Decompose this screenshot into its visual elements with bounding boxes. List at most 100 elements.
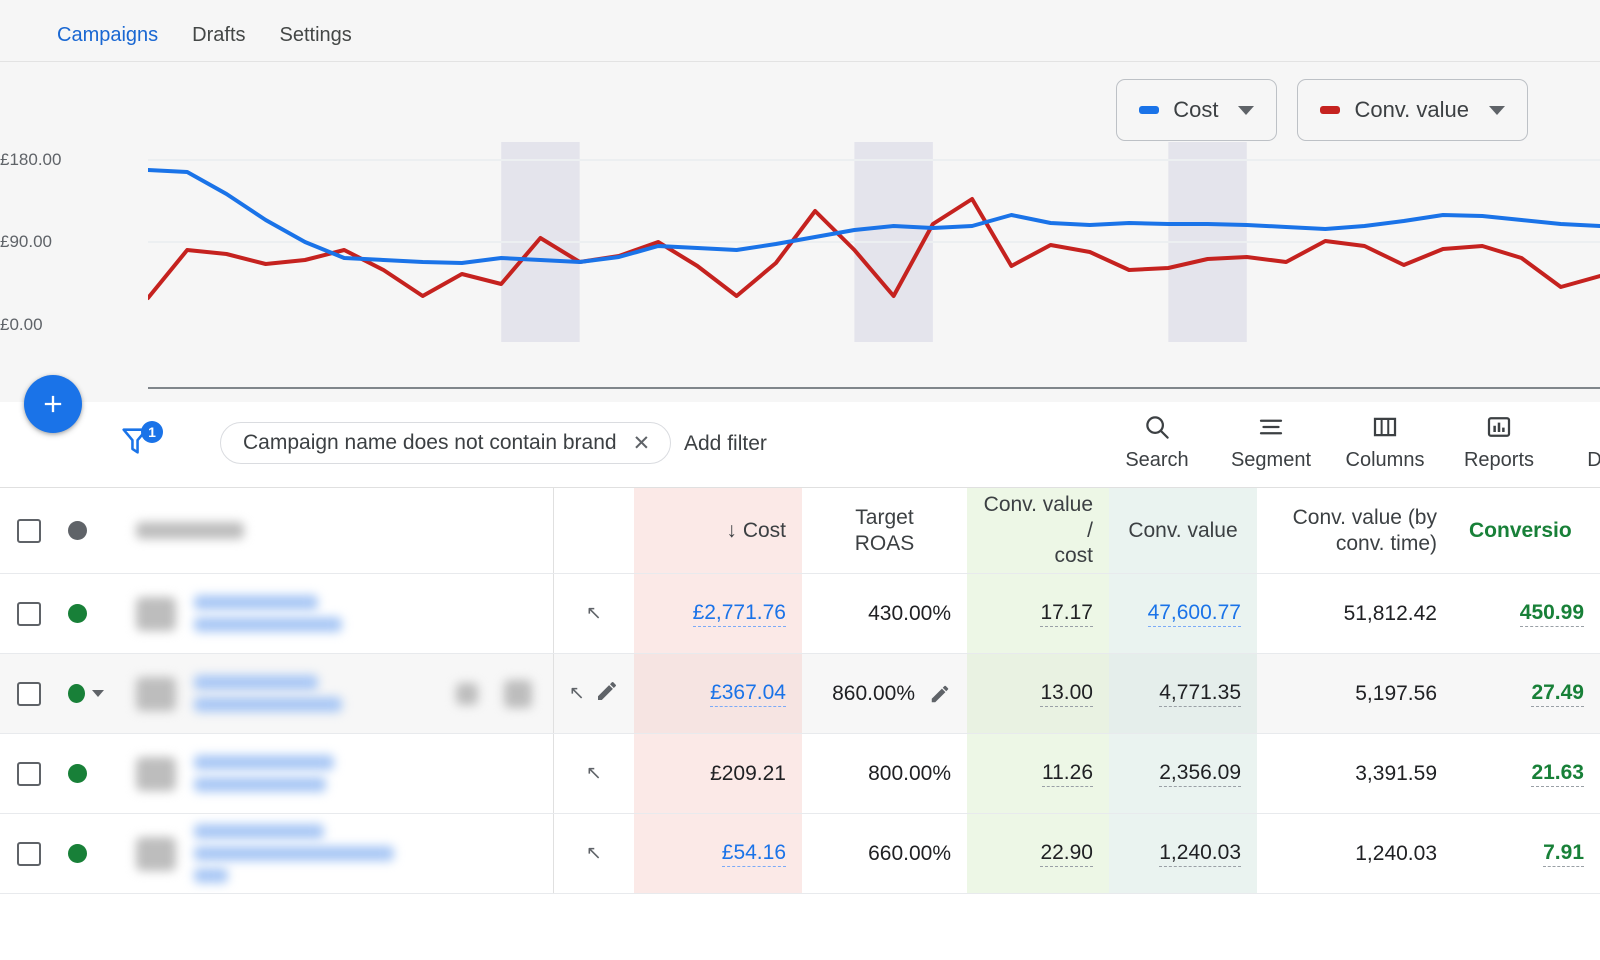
row-checkbox[interactable] xyxy=(17,762,41,786)
campaign-type-icon-redacted xyxy=(136,677,176,711)
conv-value-value: 1,240.03 xyxy=(1159,841,1241,867)
cell-target-roas[interactable]: 860.00% xyxy=(802,654,967,733)
table-row[interactable]: ↗ £209.21 800.00% 11.26 2,356.09 3,391.5… xyxy=(0,734,1600,814)
filter-funnel-button[interactable]: 1 xyxy=(118,424,160,466)
row-campaign-cell[interactable] xyxy=(120,734,554,813)
tool-columns[interactable]: Columns xyxy=(1328,410,1442,472)
row-checkbox[interactable] xyxy=(17,682,41,706)
header-conv-value-cost-line1: Conv. value / xyxy=(984,493,1093,542)
close-icon[interactable]: ✕ xyxy=(633,431,651,456)
row-mini-cell[interactable]: ↗ xyxy=(554,734,634,813)
metric-selector-conv-value[interactable]: Conv. value xyxy=(1297,79,1528,141)
tab-drafts[interactable]: Drafts xyxy=(175,0,262,67)
cell-conv-value-by-time[interactable]: 3,391.59 xyxy=(1257,734,1453,813)
cell-conv-value-by-time[interactable]: 1,240.03 xyxy=(1257,814,1453,893)
cell-conv-value[interactable]: 4,771.35 xyxy=(1109,654,1257,733)
cell-conv-value-by-time[interactable]: 5,197.56 xyxy=(1257,654,1453,733)
cell-cost[interactable]: £54.16 xyxy=(634,814,802,893)
row-status-cell[interactable] xyxy=(58,574,120,653)
cell-conv-value[interactable]: 47,600.77 xyxy=(1109,574,1257,653)
cell-conv-value[interactable]: 1,240.03 xyxy=(1109,814,1257,893)
conversions-value: 7.91 xyxy=(1543,841,1584,867)
cell-conv-value-cost[interactable]: 11.26 xyxy=(967,734,1109,813)
row-checkbox[interactable] xyxy=(17,602,41,626)
tool-download[interactable]: Do xyxy=(1556,410,1600,472)
conv-value-cost-value: 17.17 xyxy=(1040,601,1093,627)
header-conv-value[interactable]: Conv. value xyxy=(1109,488,1257,573)
cell-conv-value-cost[interactable]: 13.00 xyxy=(967,654,1109,733)
cell-conversions[interactable]: 450.99 xyxy=(1453,574,1600,653)
table-header-row: ↓ Cost Target ROAS Conv. value / cost Co… xyxy=(0,488,1600,574)
header-target-roas[interactable]: Target ROAS xyxy=(802,488,967,573)
row-select-cell xyxy=(0,574,58,653)
header-conv-value-cost[interactable]: Conv. value / cost xyxy=(967,488,1109,573)
row-status-cell[interactable] xyxy=(58,654,120,733)
campaign-type-icon-redacted xyxy=(136,757,176,791)
expand-arrow-icon: ↗ xyxy=(586,602,602,625)
header-cost-label: Cost xyxy=(743,518,786,544)
select-all-checkbox[interactable] xyxy=(17,519,41,543)
campaign-name-redacted xyxy=(194,846,394,861)
row-action-icon-redacted[interactable] xyxy=(456,683,478,705)
filter-chip-campaign-name[interactable]: Campaign name does not contain brand ✕ xyxy=(220,422,671,464)
search-icon xyxy=(1142,410,1172,444)
cell-cost[interactable]: £209.21 xyxy=(634,734,802,813)
filter-count-badge: 1 xyxy=(141,421,163,443)
row-action-icon-redacted[interactable] xyxy=(504,680,532,708)
row-campaign-cell[interactable] xyxy=(120,654,554,733)
row-status-cell[interactable] xyxy=(58,814,120,893)
arrow-down-icon: ↓ xyxy=(726,518,737,544)
cell-target-roas[interactable]: 800.00% xyxy=(802,734,967,813)
tool-segment[interactable]: Segment xyxy=(1214,410,1328,472)
pencil-icon[interactable] xyxy=(929,683,951,705)
tool-download-label: Do xyxy=(1587,449,1600,472)
y-tick-180: £180.00 xyxy=(0,150,148,170)
campaigns-page: Campaigns Drafts Settings Cost Conv. val… xyxy=(0,0,1600,960)
segment-icon xyxy=(1256,410,1286,444)
row-mini-cell[interactable]: ↗ xyxy=(554,814,634,893)
row-campaign-cell[interactable] xyxy=(120,574,554,653)
header-cost[interactable]: ↓ Cost xyxy=(634,488,802,573)
cell-conversions[interactable]: 21.63 xyxy=(1453,734,1600,813)
header-conv-value-by-time[interactable]: Conv. value (by conv. time) xyxy=(1257,488,1453,573)
tool-segment-label: Segment xyxy=(1231,449,1311,472)
tab-settings[interactable]: Settings xyxy=(263,0,369,67)
header-conversions-label: Conversio xyxy=(1469,518,1572,544)
y-tick-90: £90.00 xyxy=(0,232,148,252)
cell-target-roas[interactable]: 430.00% xyxy=(802,574,967,653)
row-campaign-cell[interactable] xyxy=(120,814,554,893)
table-row[interactable]: ↗ £2,771.76 430.00% 17.17 47,600.77 51,8… xyxy=(0,574,1600,654)
cell-cost[interactable]: £2,771.76 xyxy=(634,574,802,653)
create-campaign-fab[interactable] xyxy=(24,375,82,433)
expand-arrow-icon: ↗ xyxy=(569,682,585,705)
tool-reports[interactable]: Reports xyxy=(1442,410,1556,472)
table-row[interactable]: ↗ £367.04 860.00% 13.00 xyxy=(0,654,1600,734)
columns-icon xyxy=(1370,410,1400,444)
cell-conv-value-cost[interactable]: 22.90 xyxy=(967,814,1109,893)
add-filter-button[interactable]: Add filter xyxy=(684,432,767,456)
table-row[interactable]: ↗ £54.16 660.00% 22.90 1,240.03 1,240.03… xyxy=(0,814,1600,894)
cell-conv-value-by-time[interactable]: 51,812.42 xyxy=(1257,574,1453,653)
chart-x-axis-line xyxy=(148,387,1600,389)
row-checkbox[interactable] xyxy=(17,842,41,866)
campaign-name-redacted xyxy=(194,595,318,610)
tab-campaigns[interactable]: Campaigns xyxy=(40,0,175,67)
row-mini-cell[interactable]: ↗ xyxy=(554,654,634,733)
metric-selector-cost[interactable]: Cost xyxy=(1116,79,1277,141)
cell-target-roas[interactable]: 660.00% xyxy=(802,814,967,893)
status-chevron-down-icon[interactable] xyxy=(92,690,104,697)
cell-conv-value-cost[interactable]: 17.17 xyxy=(967,574,1109,653)
cell-conversions[interactable]: 7.91 xyxy=(1453,814,1600,893)
tool-search-label: Search xyxy=(1125,449,1188,472)
column-divider xyxy=(553,734,554,813)
row-mini-cell[interactable]: ↗ xyxy=(554,574,634,653)
pencil-icon[interactable] xyxy=(595,679,619,708)
header-campaign-label-redacted xyxy=(136,522,244,539)
row-status-cell[interactable] xyxy=(58,734,120,813)
tool-search[interactable]: Search xyxy=(1100,410,1214,472)
cell-cost[interactable]: £367.04 xyxy=(634,654,802,733)
header-conversions[interactable]: Conversio xyxy=(1453,488,1600,573)
header-campaign-cell[interactable] xyxy=(120,488,554,573)
cell-conv-value[interactable]: 2,356.09 xyxy=(1109,734,1257,813)
cell-conversions[interactable]: 27.49 xyxy=(1453,654,1600,733)
